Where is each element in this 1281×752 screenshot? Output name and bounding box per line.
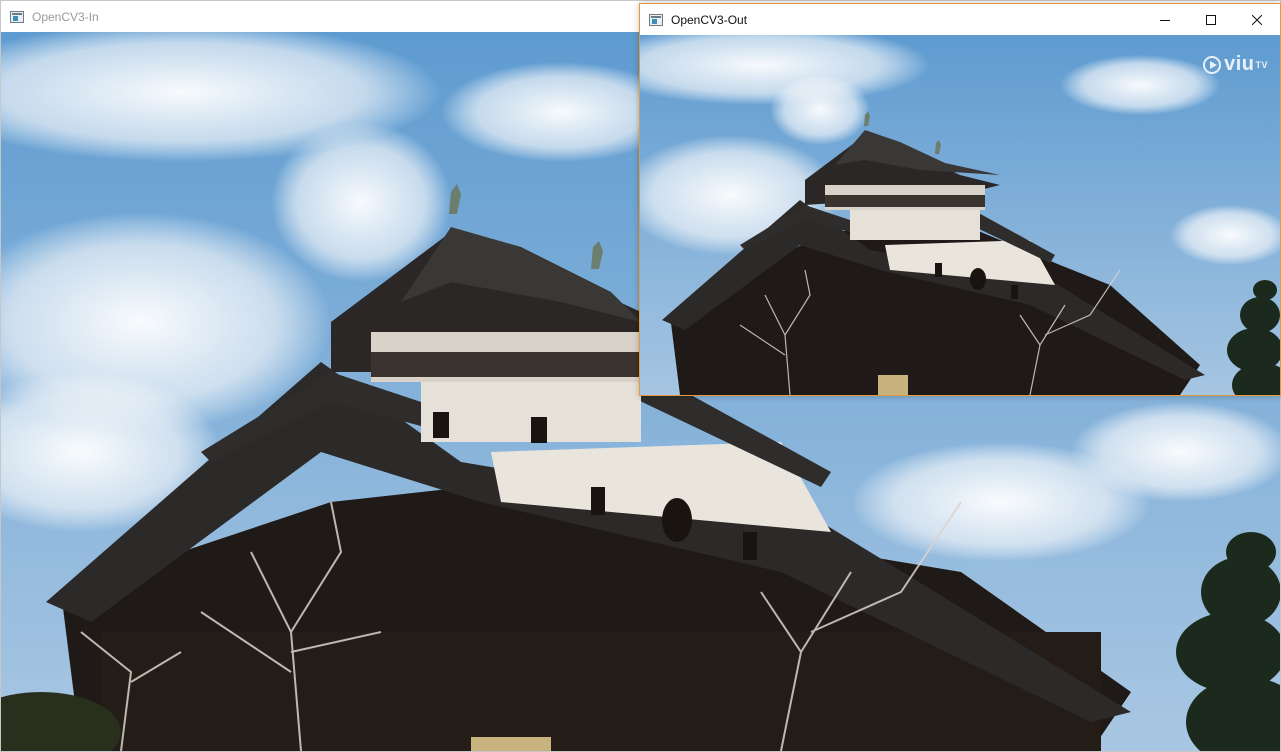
watermark-suffix: TV <box>1255 59 1268 70</box>
output-window[interactable]: OpenCV3-Out viu TV <box>639 3 1281 396</box>
watermark-brand: viu <box>1224 53 1255 75</box>
maximize-button[interactable] <box>1188 4 1234 35</box>
viu-tv-watermark: viu TV <box>1203 53 1268 76</box>
maximize-icon <box>1206 14 1216 25</box>
output-window-titlebar[interactable]: OpenCV3-Out <box>640 4 1280 35</box>
castle-image-scaled <box>640 35 1280 395</box>
close-icon <box>1252 14 1262 25</box>
output-video-frame: viu TV <box>640 35 1280 395</box>
input-window-title: OpenCV3-In <box>32 9 99 24</box>
minimize-button[interactable] <box>1142 4 1188 35</box>
close-button[interactable] <box>1234 4 1280 35</box>
app-window-icon <box>10 10 24 23</box>
play-icon <box>1203 55 1222 74</box>
app-window-icon <box>649 13 663 26</box>
output-window-title: OpenCV3-Out <box>671 12 748 27</box>
minimize-icon <box>1160 19 1170 21</box>
window-caption-buttons <box>1142 4 1280 35</box>
